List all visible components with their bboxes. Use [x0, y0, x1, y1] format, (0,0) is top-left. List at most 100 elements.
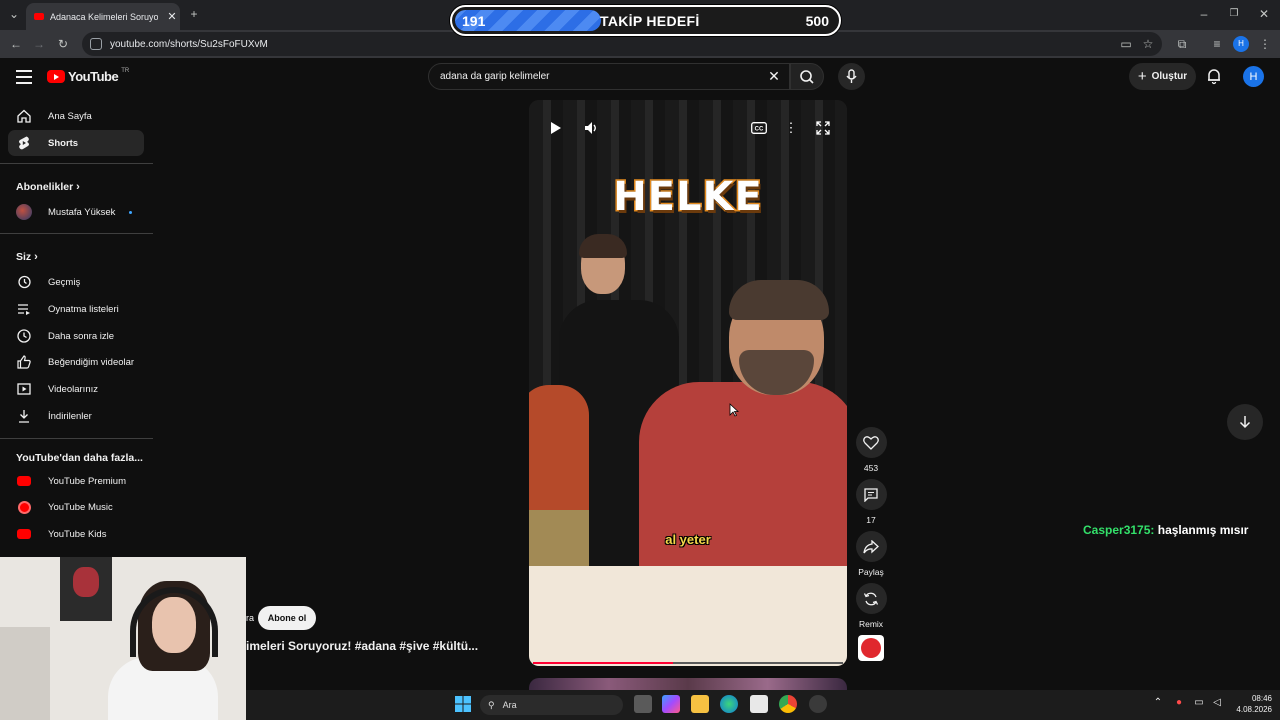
extensions-icon[interactable]: ⧉: [1174, 36, 1190, 52]
channel-thumbnail[interactable]: [858, 635, 884, 661]
sidebar-item-your-videos[interactable]: Videolarınız: [8, 376, 144, 402]
more-from-youtube-heading: YouTube'dan daha fazla...: [16, 452, 143, 464]
home-icon: [16, 108, 32, 124]
like-icon: [16, 354, 32, 370]
voice-search-button[interactable]: [838, 63, 865, 90]
reload-icon[interactable]: ↻: [55, 36, 71, 52]
sidebar-item-shorts[interactable]: Shorts: [8, 130, 144, 156]
clock-date: 4.08.2026: [1236, 705, 1272, 714]
more-options-icon[interactable]: ⋮: [782, 119, 800, 137]
remix-action[interactable]: Remix: [855, 583, 887, 629]
sidebar-item-home[interactable]: Ana Sayfa: [8, 103, 144, 129]
fullscreen-icon[interactable]: [814, 119, 832, 137]
chrome-icon[interactable]: [779, 695, 797, 713]
captions-icon[interactable]: CC: [750, 119, 768, 137]
share-icon[interactable]: [855, 531, 887, 562]
follower-goal-overlay: 191 TAKİP HEDEFİ 500: [450, 5, 841, 36]
taskbar-clock[interactable]: 08:46 4.08.2026: [1228, 693, 1272, 715]
profile-avatar[interactable]: H: [1233, 36, 1249, 52]
tab-close-icon[interactable]: ✕: [164, 10, 180, 23]
sidebar-item-subscription[interactable]: Mustafa Yüksek: [8, 199, 144, 225]
arrow-down-icon: [1239, 416, 1251, 429]
volume-tray-icon[interactable]: ◁: [1211, 697, 1223, 709]
sidebar-item-downloads[interactable]: İndirilenler: [8, 403, 144, 429]
subscribe-button[interactable]: Abone ol: [258, 606, 316, 630]
download-icon: [16, 408, 32, 424]
tray-chevron-icon[interactable]: ⌃: [1152, 697, 1164, 709]
share-label: Paylaş: [858, 567, 884, 577]
edge-icon[interactable]: [720, 695, 738, 713]
youtube-kids-icon: [16, 526, 32, 542]
taskbar-search[interactable]: ⚲ Ara: [480, 695, 623, 715]
browser-tab-active[interactable]: Adanaca Kelimeleri Soruyoruz! # ✕: [26, 3, 180, 30]
sidebar-item-liked[interactable]: Beğendiğim videolar: [8, 349, 144, 375]
bookmark-star-icon[interactable]: ☆: [1140, 36, 1156, 52]
hamburger-menu-icon[interactable]: [16, 70, 32, 84]
search-button[interactable]: [790, 63, 824, 90]
m365-icon[interactable]: [662, 695, 680, 713]
sidebar-item-playlists[interactable]: Oynatma listeleri: [8, 296, 144, 322]
sidebar-item-watch-later[interactable]: Daha sonra izle: [8, 323, 144, 349]
tab-search-icon[interactable]: ⌄: [6, 6, 22, 22]
comment-count: 17: [866, 515, 876, 525]
mouse-cursor-icon: [729, 403, 740, 422]
new-tab-icon[interactable]: +: [186, 6, 202, 22]
remix-icon[interactable]: [855, 583, 887, 614]
task-view-icon[interactable]: [634, 695, 652, 713]
new-content-dot: [129, 210, 133, 214]
app-icon[interactable]: [809, 695, 827, 713]
youtube-music-icon: [16, 499, 32, 515]
window-close-icon[interactable]: ✕: [1256, 6, 1272, 22]
comment-icon[interactable]: [855, 479, 887, 510]
share-action[interactable]: Paylaş: [855, 531, 887, 577]
search-input[interactable]: adana da garip kelimeler: [428, 63, 790, 90]
account-avatar[interactable]: H: [1243, 66, 1264, 87]
forward-icon[interactable]: →: [31, 36, 47, 52]
chrome-menu-icon[interactable]: ⋮: [1257, 36, 1273, 52]
clear-search-icon[interactable]: ✕: [767, 68, 781, 84]
like-action[interactable]: 453: [855, 427, 887, 473]
next-short-thumbnail[interactable]: [529, 678, 847, 690]
cast-icon[interactable]: ▭: [1118, 36, 1134, 52]
goal-current: 191: [462, 13, 486, 29]
channel-name[interactable]: ra: [246, 613, 254, 623]
notifications-bell-icon[interactable]: [1205, 67, 1223, 85]
short-title[interactable]: imeleri Soruyoruz! #adana #şive #kültü..…: [246, 639, 478, 653]
reading-list-icon[interactable]: ≡: [1209, 36, 1225, 52]
play-icon[interactable]: [547, 119, 565, 137]
address-url: youtube.com/shorts/Su2sFoFUXvM: [110, 38, 268, 50]
svg-text:CC: CC: [755, 127, 764, 133]
shorts-video-player[interactable]: HELKE al yeter CC ⋮: [529, 100, 847, 666]
tab-title: Adanaca Kelimeleri Soruyoruz! #: [50, 11, 158, 22]
like-button-icon[interactable]: [855, 427, 887, 458]
maximize-icon[interactable]: ❐: [1226, 6, 1242, 22]
channel-avatar: [16, 204, 32, 220]
sidebar-divider: [0, 233, 153, 234]
shorts-icon: [16, 135, 32, 151]
volume-icon[interactable]: [583, 119, 601, 137]
site-info-icon[interactable]: [90, 38, 102, 50]
subscriptions-heading[interactable]: Abonelikler ›: [16, 181, 80, 193]
you-heading[interactable]: Siz ›: [16, 251, 38, 263]
chat-username: Casper3175:: [1083, 523, 1155, 537]
sidebar-item-youtube-premium[interactable]: YouTube Premium: [8, 468, 144, 494]
sidebar-item-history[interactable]: Geçmiş: [8, 269, 144, 295]
comment-action[interactable]: 17: [855, 479, 887, 525]
file-explorer-icon[interactable]: [691, 695, 709, 713]
microphone-tray-icon[interactable]: ●: [1173, 697, 1185, 709]
next-video-button[interactable]: [1227, 404, 1263, 440]
back-icon[interactable]: ←: [8, 36, 24, 52]
streamer-webcam: [0, 557, 246, 720]
playlist-icon: [16, 301, 32, 317]
chat-text: haşlanmış mısır: [1157, 523, 1249, 537]
sidebar-item-youtube-music[interactable]: YouTube Music: [8, 494, 144, 520]
video-progress-bar[interactable]: [533, 662, 843, 664]
store-icon[interactable]: [750, 695, 768, 713]
minimize-icon[interactable]: –: [1196, 6, 1212, 22]
youtube-logo[interactable]: YouTube TR: [47, 68, 129, 84]
display-tray-icon[interactable]: ▭: [1193, 697, 1205, 709]
create-button[interactable]: + Oluştur: [1129, 63, 1196, 90]
sidebar-item-youtube-kids[interactable]: YouTube Kids: [8, 521, 144, 547]
windows-start-icon[interactable]: [454, 695, 472, 713]
search-query: adana da garip kelimeler: [440, 71, 550, 82]
